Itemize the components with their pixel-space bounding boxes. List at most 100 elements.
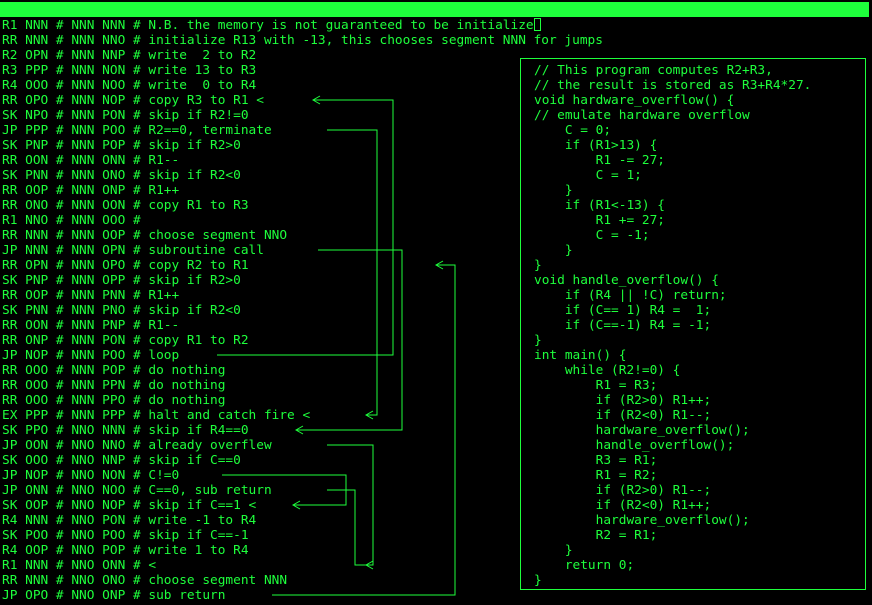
c-code-listing: // This program computes R2+R3,// the re… [534,63,811,588]
c-code-line: R1 = R3; [534,378,658,393]
code-line[interactable]: JP ONN # NNO NOO # C==0, sub return [2,483,603,498]
code-line-text: R4 NNN # NNO PON # write -1 to R4 [2,513,257,528]
code-line-text: RR ONO # NNN OON # copy R1 to R3 [2,198,249,213]
code-line-text: RR NNN # NNO ONO # choose segment NNN [2,573,288,588]
code-line-text: JP PPP # NNN POO # R2==0, terminate [2,123,272,138]
code-line[interactable]: RR OPN # NNN OPO # copy R2 to R1 [2,258,603,273]
code-line-text: R1 NNN # NNN NNN # N.B. the memory is no… [2,18,534,33]
code-line[interactable]: RR ONP # NNN PON # copy R1 to R2 [2,333,603,348]
c-code-line: if (R4 || !C) return; [534,288,727,303]
code-line-text: R4 OOO # NNN NOO # write 0 to R4 [2,78,257,93]
code-line-text: SK PPO # NNO NNN # skip if R4==0 [2,423,249,438]
code-line-text: SK OOP # NNO NOP # skip if C==1 < [2,498,257,513]
code-line-text: R2 OPN # NNN NNP # write 2 to R2 [2,48,257,63]
code-line[interactable]: R1 NNO # NNN OOO # [2,213,603,228]
code-line[interactable]: RR OON # NNN ONN # R1-- [2,153,603,168]
c-code-line: hardware_overflow(); [534,513,750,528]
code-line[interactable]: RR OPO # NNN NOP # copy R3 to R1 < [2,93,603,108]
code-line[interactable]: R1 NNN # NNO ONN # < [2,558,603,573]
code-line[interactable]: RR OOO # NNN POP # do nothing [2,363,603,378]
code-line[interactable]: R2 OPN # NNN NNP # write 2 to R2 [2,48,603,63]
c-code-line: } [534,543,573,558]
code-line[interactable]: SK PPO # NNO NNN # skip if R4==0 [2,423,603,438]
code-line[interactable]: RR OOP # NNN PNN # R1++ [2,288,603,303]
code-line[interactable]: SK PNP # NNN POP # skip if R2>0 [2,138,603,153]
code-line[interactable]: JP OPO # NNO ONP # sub return [2,588,603,603]
code-line-text: SK NPO # NNN PON # skip if R2!=0 [2,108,249,123]
c-code-line: if (C==-1) R4 = -1; [534,318,712,333]
code-line-text: R1 NNO # NNN OOO # [2,213,141,228]
code-line-text: RR OPO # NNN NOP # copy R3 to R1 < [2,93,264,108]
code-line[interactable]: RR OOO # NNN PPN # do nothing [2,378,603,393]
code-line[interactable]: SK PNN # NNN PNO # skip if R2<0 [2,303,603,318]
code-line[interactable]: R4 NNN # NNO PON # write -1 to R4 [2,513,603,528]
code-line[interactable]: RR OOP # NNN ONP # R1++ [2,183,603,198]
window-title-bar: addition with overflow control [0,2,869,32]
code-line-text: JP NOP # NNN POO # loop [2,348,180,363]
code-line[interactable]: RR NNN # NNN NNO # initialize R13 with -… [2,33,603,48]
c-equivalent-panel: // This program computes R2+R3,// the re… [520,58,866,590]
code-line[interactable]: EX PPP # NNN PPP # halt and catch fire < [2,408,603,423]
code-line-text: RR OOO # NNN POP # do nothing [2,363,226,378]
c-code-line: C = 0; [534,123,612,138]
code-line-text: JP NNN # NNN OPN # subroutine call [2,243,264,258]
c-code-line: hardware_overflow(); [534,423,750,438]
c-code-line: // This program computes R2+R3, [534,63,773,78]
code-line-text: JP OPO # NNO ONP # sub return [2,588,226,603]
code-line-text: SK PNP # NNN POP # skip if R2>0 [2,138,241,153]
code-line-text: RR OOP # NNN PNN # R1++ [2,288,180,303]
c-code-line: if (R1<-13) { [534,198,665,213]
code-line[interactable]: R3 PPP # NNN NON # write 13 to R3 [2,63,603,78]
code-line[interactable]: RR OON # NNN PNP # R1-- [2,318,603,333]
code-line-text: EX PPP # NNN PPP # halt and catch fire < [2,408,311,423]
code-line-text: RR OON # NNN ONN # R1-- [2,153,180,168]
code-line[interactable]: RR NNN # NNO ONO # choose segment NNN [2,573,603,588]
c-code-line: while (R2!=0) { [534,363,681,378]
c-code-line: void hardware_overflow() { [534,93,735,108]
code-line[interactable]: SK NPO # NNN PON # skip if R2!=0 [2,108,603,123]
code-line[interactable]: R4 OOO # NNN NOO # write 0 to R4 [2,78,603,93]
code-line[interactable]: SK POO # NNO POO # skip if C==-1 [2,528,603,543]
code-line[interactable]: RR NNN # NNN OOP # choose segment NNO [2,228,603,243]
assembly-listing[interactable]: R1 NNN # NNN NNN # N.B. the memory is no… [2,18,603,603]
code-line[interactable]: R1 NNN # NNN NNN # N.B. the memory is no… [2,18,603,33]
code-line[interactable]: JP NOP # NNN POO # loop [2,348,603,363]
code-line-text: R1 NNN # NNO ONN # < [2,558,157,573]
code-line[interactable]: SK OOP # NNO NOP # skip if C==1 < [2,498,603,513]
code-line[interactable]: JP OON # NNO NNO # already overflew [2,438,603,453]
code-line[interactable]: RR ONO # NNN OON # copy R1 to R3 [2,198,603,213]
c-code-line: if (R2>0) R1--; [534,483,712,498]
c-code-line: if (R2<0) R1--; [534,408,712,423]
c-code-line: R2 = R1; [534,528,658,543]
code-line[interactable]: RR OOO # NNN PPO # do nothing [2,393,603,408]
code-line[interactable]: JP NNN # NNN OPN # subroutine call [2,243,603,258]
c-code-line: R1 = R2; [534,468,658,483]
c-code-line: if (R2>0) R1++; [534,393,712,408]
code-line-text: R3 PPP # NNN NON # write 13 to R3 [2,63,257,78]
c-code-line: } [534,258,542,273]
c-code-line: void handle_overflow() { [534,273,719,288]
c-code-line: handle_overflow(); [534,438,735,453]
c-code-line: } [534,183,573,198]
code-line-text: RR OON # NNN PNP # R1-- [2,318,180,333]
code-line[interactable]: JP PPP # NNN POO # R2==0, terminate [2,123,603,138]
code-line[interactable]: SK PNN # NNN ONO # skip if R2<0 [2,168,603,183]
code-line-text: RR NNN # NNN OOP # choose segment NNO [2,228,288,243]
code-line-text: RR OPN # NNN OPO # copy R2 to R1 [2,258,249,273]
code-line-text: JP OON # NNO NNO # already overflew [2,438,272,453]
code-line-text: RR OOO # NNN PPO # do nothing [2,393,226,408]
code-line-text: SK PNN # NNN ONO # skip if R2<0 [2,168,241,183]
c-code-line: // the result is stored as R3+R4*27. [534,78,812,93]
c-code-line: C = -1; [534,228,650,243]
c-code-line: R1 += 27; [534,213,665,228]
code-line[interactable]: SK OOO # NNO NNP # skip if C==0 [2,453,603,468]
c-code-line: R1 -= 27; [534,153,665,168]
code-line-text: JP NOP # NNO NON # C!=0 [2,468,180,483]
code-line-text: SK PNN # NNN PNO # skip if R2<0 [2,303,241,318]
code-line[interactable]: R4 OOP # NNO POP # write 1 to R4 [2,543,603,558]
code-line-text: JP ONN # NNO NOO # C==0, sub return [2,483,272,498]
code-line[interactable]: SK PNP # NNN OPP # skip if R2>0 [2,273,603,288]
c-code-line: if (C== 1) R4 = 1; [534,303,712,318]
code-line[interactable]: JP NOP # NNO NON # C!=0 [2,468,603,483]
code-line-text: RR NNN # NNN NNO # initialize R13 with -… [2,33,603,48]
